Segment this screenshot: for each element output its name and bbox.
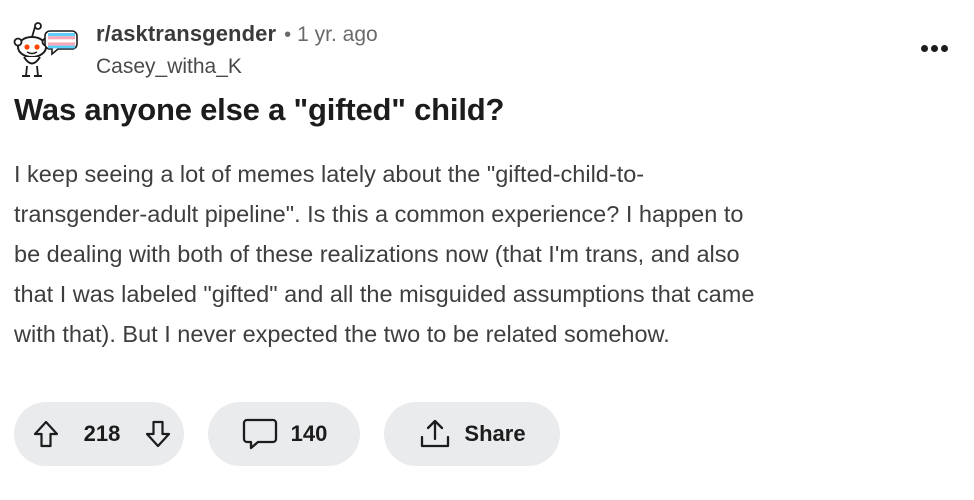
post-title[interactable]: Was anyone else a "gifted" child? — [14, 92, 504, 128]
author-link[interactable]: Casey_witha_K — [96, 55, 242, 79]
vote-pill: 218 — [14, 402, 184, 466]
post-actions: 218 140 Share — [14, 402, 560, 466]
comments-button[interactable]: 140 — [208, 402, 360, 466]
body-line: I keep seeing a lot of memes lately abou… — [14, 161, 645, 187]
downvote-arrow-icon — [145, 420, 171, 448]
comment-count: 140 — [290, 421, 328, 446]
comment-bubble-icon — [241, 417, 279, 451]
share-button[interactable]: Share — [384, 402, 560, 466]
body-line: transgender-adult pipeline". Is this a c… — [14, 201, 744, 227]
body-line: with that). But I never expected the two… — [14, 321, 670, 347]
snoo-avatar-icon — [13, 22, 78, 77]
body-line: that I was labeled "gifted" and all the … — [14, 281, 755, 307]
share-label: Share — [464, 421, 526, 446]
subreddit-link[interactable]: r/asktransgender — [96, 21, 276, 47]
more-options-icon — [920, 44, 928, 52]
meta-separator: • — [284, 24, 292, 46]
body-line: be dealing with both of these realizatio… — [14, 241, 740, 267]
share-icon — [418, 417, 452, 451]
more-options-button[interactable] — [916, 30, 952, 66]
upvote-button[interactable] — [32, 419, 60, 449]
upvote-arrow-icon — [33, 420, 59, 448]
vote-count: 218 — [83, 421, 121, 446]
post-age: 1 yr. ago — [297, 23, 378, 46]
post-body: I keep seeing a lot of memes lately abou… — [14, 154, 954, 354]
subreddit-avatar[interactable] — [10, 20, 80, 82]
more-options-icon — [930, 44, 938, 52]
more-options-icon — [940, 44, 948, 52]
downvote-button[interactable] — [144, 419, 172, 449]
post-meta: r/asktransgender • 1 yr. ago — [96, 21, 378, 47]
post-card: r/asktransgender • 1 yr. ago Casey_witha… — [0, 0, 974, 500]
